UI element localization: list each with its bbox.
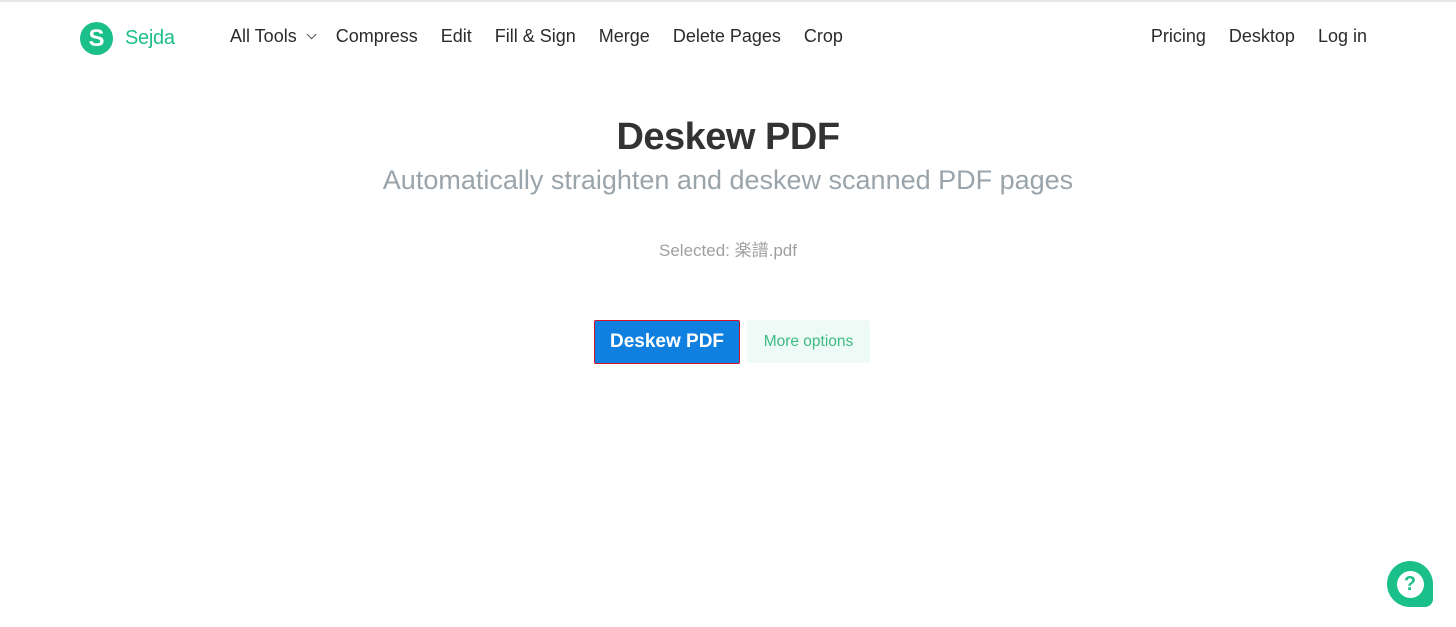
- nav-crop[interactable]: Crop: [804, 26, 843, 47]
- nav-pricing[interactable]: Pricing: [1151, 26, 1206, 47]
- nav-all-tools-label: All Tools: [230, 26, 297, 46]
- nav-desktop[interactable]: Desktop: [1229, 26, 1295, 47]
- deskew-pdf-button[interactable]: Deskew PDF: [594, 320, 740, 364]
- page-subtitle: Automatically straighten and deskew scan…: [382, 165, 1074, 195]
- selected-file-label: Selected: 楽譜.pdf: [659, 241, 797, 260]
- question-mark-icon: ?: [1396, 570, 1424, 598]
- chevron-down-icon: [306, 29, 317, 40]
- top-navigation: S Sejda All Tools Compress Edit Fill & S…: [0, 2, 1456, 76]
- help-chat-button[interactable]: ?: [1387, 561, 1433, 607]
- sejda-logo-icon: S: [80, 22, 113, 55]
- hero-section: Deskew PDF Automatically straighten and …: [0, 114, 1456, 261]
- action-buttons: Deskew PDF More options: [0, 320, 1456, 364]
- sejda-logo-link[interactable]: S Sejda: [80, 22, 175, 55]
- nav-all-tools[interactable]: All Tools: [230, 26, 317, 47]
- more-options-button[interactable]: More options: [747, 320, 870, 363]
- nav-login[interactable]: Log in: [1318, 26, 1367, 47]
- nav-delete-pages[interactable]: Delete Pages: [673, 26, 781, 47]
- page-title: Deskew PDF: [616, 116, 840, 158]
- nav-fill-sign[interactable]: Fill & Sign: [495, 26, 576, 47]
- nav-edit[interactable]: Edit: [441, 26, 472, 47]
- nav-merge[interactable]: Merge: [599, 26, 650, 47]
- nav-compress[interactable]: Compress: [336, 26, 418, 47]
- brand-name: Sejda: [125, 27, 175, 49]
- nav-left-menu: All Tools Compress Edit Fill & Sign Merg…: [230, 26, 866, 47]
- nav-right-menu: Pricing Desktop Log in: [1151, 26, 1367, 47]
